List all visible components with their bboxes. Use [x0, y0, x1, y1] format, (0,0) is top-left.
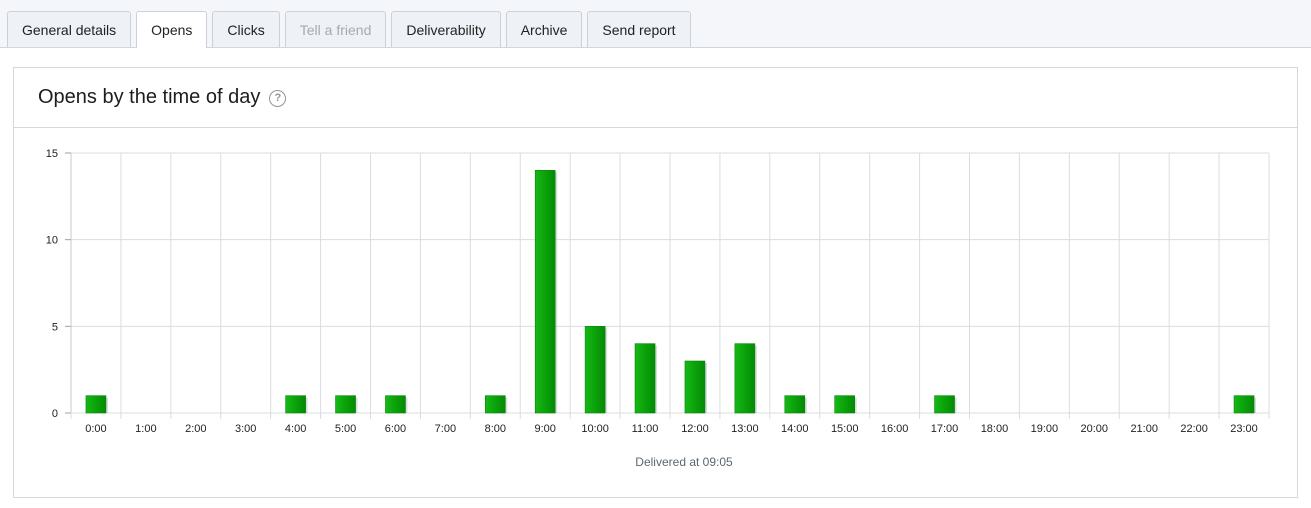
- bar: [484, 395, 506, 414]
- x-tick-label: 13:00: [731, 423, 759, 435]
- bar: [684, 360, 706, 414]
- x-tick-label: 7:00: [435, 423, 456, 435]
- bar: [534, 170, 556, 414]
- tab-general-details[interactable]: General details: [7, 11, 132, 47]
- x-tick-label: 1:00: [135, 423, 156, 435]
- tab-deliverability[interactable]: Deliverability: [391, 11, 501, 47]
- x-tick-label: 21:00: [1130, 423, 1158, 435]
- tab-archive[interactable]: Archive: [505, 11, 583, 47]
- y-tick-label: 15: [46, 148, 58, 160]
- tab-bar: General details Opens Clicks Tell a frie…: [0, 0, 1311, 48]
- bar: [834, 395, 856, 414]
- x-tick-label: 6:00: [385, 423, 406, 435]
- opens-panel: Opens by the time of day ? 0 5 10 15 0:00 1:0…: [13, 67, 1298, 498]
- x-tick-label: 22:00: [1180, 423, 1208, 435]
- x-tick-label: 18:00: [981, 423, 1009, 435]
- bar: [734, 343, 756, 414]
- x-tick-label: 5:00: [335, 423, 356, 435]
- tab-clicks[interactable]: Clicks: [212, 11, 280, 47]
- x-tick-label: 19:00: [1031, 423, 1059, 435]
- x-tick-label: 16:00: [881, 423, 909, 435]
- bar: [285, 395, 306, 414]
- x-tick-label: 14:00: [781, 423, 809, 435]
- tab-send-report[interactable]: Send report: [587, 11, 691, 47]
- opens-by-hour-chart: 0 5 10 15 0:00 1:00 2:00 3:00 4:00 5:00 6:00 7:00 8:…: [46, 148, 1270, 469]
- bar: [634, 343, 656, 414]
- bar: [784, 395, 806, 414]
- bar: [85, 395, 107, 414]
- bar: [584, 326, 606, 414]
- y-tick-label: 10: [46, 235, 58, 247]
- x-tick-label: 17:00: [931, 423, 959, 435]
- x-tick-label: 9:00: [534, 423, 555, 435]
- bar: [1233, 395, 1255, 414]
- x-tick-label: 12:00: [681, 423, 709, 435]
- bar: [385, 395, 406, 414]
- x-tick-label: 0:00: [85, 423, 106, 435]
- tab-tell-a-friend: Tell a friend: [284, 11, 387, 47]
- x-tick-label: 15:00: [831, 423, 859, 435]
- tab-list: General details Opens Clicks Tell a frie…: [7, 11, 691, 48]
- x-tick-label: 23:00: [1230, 423, 1258, 435]
- x-tick-label: 2:00: [185, 423, 206, 435]
- x-tick-label: 4:00: [285, 423, 306, 435]
- bar: [934, 395, 955, 414]
- delivered-at-label: Delivered at 09:05: [635, 455, 733, 469]
- tab-opens[interactable]: Opens: [136, 11, 208, 48]
- x-tick-label: 20:00: [1081, 423, 1109, 435]
- y-tick-label: 0: [52, 408, 58, 420]
- y-tick-label: 5: [52, 321, 58, 333]
- x-tick-label: 8:00: [485, 423, 506, 435]
- x-tick-label: 10:00: [581, 423, 609, 435]
- x-tick-label: 3:00: [235, 423, 256, 435]
- bar: [335, 395, 356, 414]
- x-tick-label: 11:00: [632, 423, 659, 435]
